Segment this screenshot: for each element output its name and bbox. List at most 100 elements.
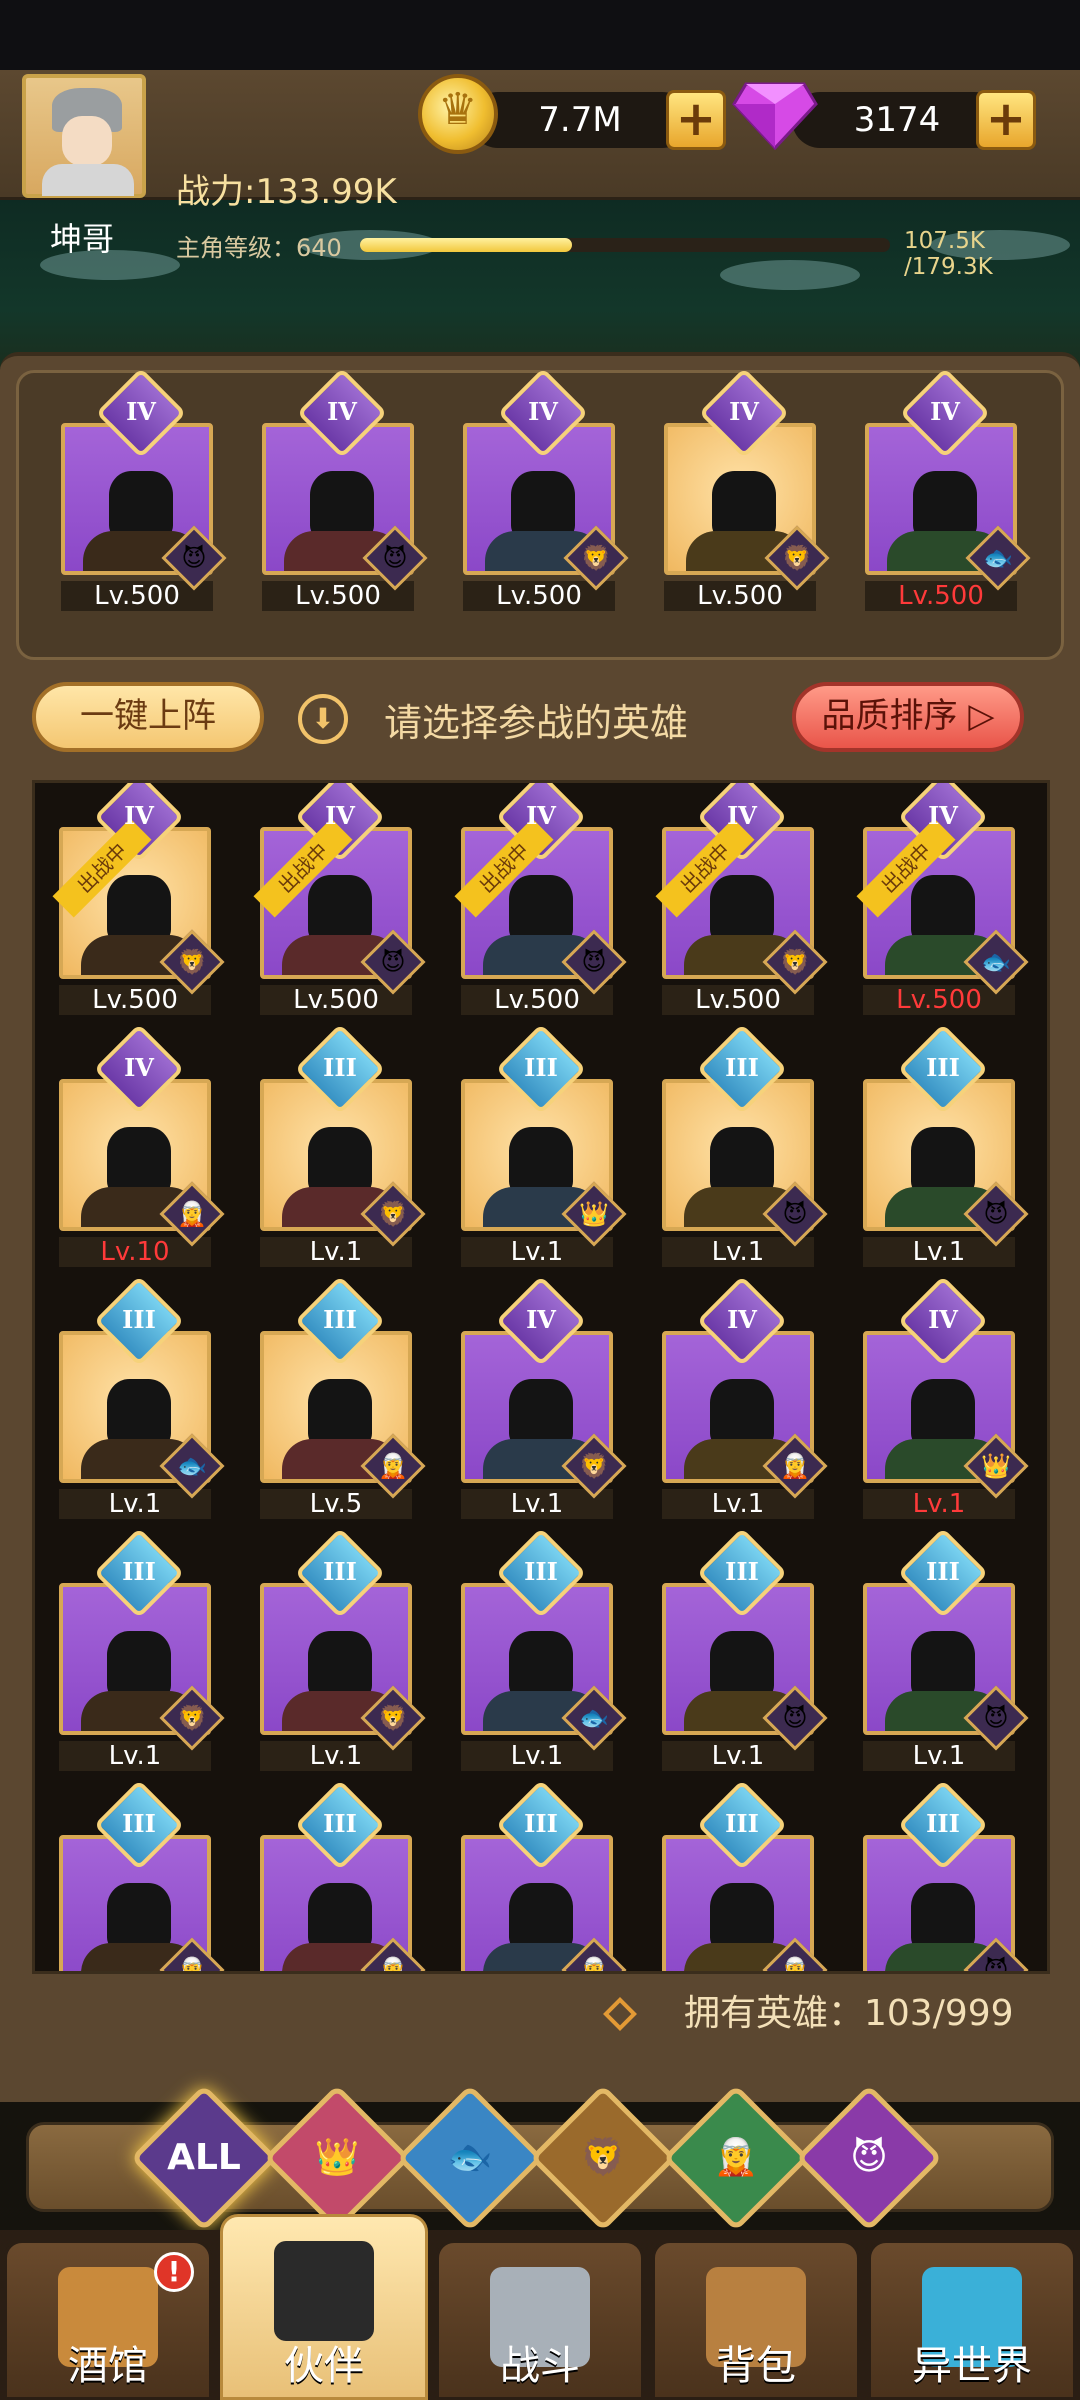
roster-hero-card[interactable]: IV 🦁 Lv.500 出战中 — [52, 783, 225, 1015]
quality-sort-button[interactable]: 品质排序 ▷ — [792, 682, 1024, 752]
nav-label: 伙伴 — [284, 2343, 364, 2389]
gem-icon — [732, 82, 818, 150]
nav-label: 异世界 — [912, 2343, 1032, 2389]
power-text: 战力:133.99K — [176, 172, 397, 212]
team-slot-card[interactable]: IV 🐟 Lv.500 — [859, 367, 1031, 611]
one-click-deploy-button[interactable]: 一键上阵 — [32, 682, 264, 752]
tier-label: IV — [930, 397, 960, 426]
nav-label: 酒馆 — [68, 2343, 148, 2389]
crown-faction-icon: 👑 — [314, 2137, 360, 2178]
gold-coin-icon — [418, 74, 498, 154]
tier-label: III — [524, 1809, 558, 1838]
team-slot-card[interactable]: IV 🦁 Lv.500 — [457, 367, 629, 611]
team-slot-card[interactable]: IV 😈 Lv.500 — [256, 367, 428, 611]
tier-label: IV — [729, 397, 759, 426]
tier-label: III — [122, 1809, 156, 1838]
nav-tab-battle[interactable]: 战斗 — [436, 2240, 644, 2400]
tier-label: IV — [124, 801, 154, 830]
roster-hero-card[interactable]: III 😈 Lv.1 — [857, 1023, 1029, 1267]
roster-hero-card[interactable]: III 😈 Lv.1 — [857, 1527, 1029, 1771]
roster-hero-card[interactable]: IV 👑 Lv.1 — [857, 1275, 1029, 1519]
notification-badge: ! — [154, 2252, 194, 2292]
roster-hero-card[interactable]: III 🧝 — [656, 1779, 828, 1971]
tier-label: III — [323, 1557, 357, 1586]
tier-label: IV — [526, 801, 556, 830]
tier-label: III — [323, 1809, 357, 1838]
owned-heroes-count: 拥有英雄：103/999 — [684, 1993, 1014, 2034]
tier-label: IV — [126, 397, 156, 426]
tier-label: III — [122, 1557, 156, 1586]
tier-label: IV — [526, 1305, 556, 1334]
tier-label: III — [725, 1557, 759, 1586]
roster-hero-card[interactable]: IV 🧝 Lv.10 — [53, 1023, 225, 1267]
team-lineup: IV 😈 Lv.500 IV 😈 Lv.500 IV 🦁 Lv.500 IV 🦁 Lv.500 IV 🐟 L… — [16, 367, 1064, 660]
tier-label: III — [926, 1557, 960, 1586]
tier-label: III — [323, 1053, 357, 1082]
filter-all-label: ALL — [167, 2137, 241, 2178]
team-slot-card[interactable]: IV 🦁 Lv.500 — [658, 367, 830, 611]
fish-faction-icon: 🐟 — [447, 2137, 493, 2178]
tier-label: IV — [928, 801, 958, 830]
roster-hero-card[interactable]: IV 🦁 Lv.1 — [455, 1275, 627, 1519]
tier-label: III — [926, 1809, 960, 1838]
roster-hero-card[interactable]: III 🐟 Lv.1 — [455, 1527, 627, 1771]
roster-hero-card[interactable]: III 🐟 Lv.1 — [53, 1275, 225, 1519]
add-gem-button[interactable]: + — [976, 90, 1036, 150]
nav-tab-backpack[interactable]: 背包 — [652, 2240, 860, 2400]
nav-label: 背包 — [716, 2343, 796, 2389]
nav-label: 战斗 — [500, 2343, 580, 2389]
tier-label: III — [323, 1305, 357, 1334]
roster-hero-card[interactable]: III 🦁 Lv.1 — [53, 1527, 225, 1771]
gold-display: 7.7M — [470, 92, 690, 148]
team-slot-card[interactable]: IV 😈 Lv.500 — [55, 367, 227, 611]
demon-faction-icon: 😈 — [850, 2137, 888, 2178]
nav-tab-otherworld[interactable]: 异世界 — [868, 2240, 1076, 2400]
tier-label: III — [524, 1557, 558, 1586]
roster-hero-card[interactable]: IV 🦁 Lv.500 出战中 — [655, 783, 828, 1015]
tier-label: III — [725, 1809, 759, 1838]
roster-hero-card[interactable]: III 🦁 Lv.1 — [254, 1023, 426, 1267]
tier-label: III — [122, 1305, 156, 1334]
roster-hero-card[interactable]: III 😈 Lv.1 — [656, 1527, 828, 1771]
gem-display: 3174 — [792, 92, 1002, 148]
status-bar — [0, 0, 1080, 70]
roster-hero-card[interactable]: III 👑 Lv.1 — [455, 1023, 627, 1267]
hero-roster-grid[interactable]: IV 🦁 Lv.500 出战中 IV 😈 Lv.500 出战中 IV 😈 Lv.500 出战中 IV 🦁 L… — [32, 780, 1050, 1974]
hero-panel: IV 😈 Lv.500 IV 😈 Lv.500 IV 🦁 Lv.500 IV 🦁 Lv.500 IV 🐟 L… — [0, 352, 1080, 2102]
partner-icon — [274, 2241, 374, 2341]
tier-label: IV — [124, 1053, 154, 1082]
tier-label: IV — [928, 1305, 958, 1334]
tier-label: IV — [727, 1305, 757, 1334]
tier-label: IV — [528, 397, 558, 426]
tier-label: III — [725, 1053, 759, 1082]
app-root: 战力:133.99K 主角等级：640 107.5K /179.3K 坤哥 7.… — [0, 0, 1080, 2400]
roster-hero-card[interactable]: III 😈 Lv.1 — [656, 1023, 828, 1267]
add-gold-button[interactable]: + — [666, 90, 726, 150]
roster-hero-card[interactable]: IV 😈 Lv.500 出战中 — [454, 783, 627, 1015]
tier-label: III — [524, 1053, 558, 1082]
tier-label: IV — [727, 801, 757, 830]
tier-label: IV — [327, 397, 357, 426]
down-arrow-icon: ⬇ — [298, 694, 348, 744]
roster-hero-card[interactable]: III 🧝 — [53, 1779, 225, 1971]
roster-hero-card[interactable]: III 🧝 — [455, 1779, 627, 1971]
roster-hero-card[interactable]: III 🧝 — [254, 1779, 426, 1971]
diamond-bullet-icon — [603, 1997, 637, 2031]
elf-faction-icon: 🧝 — [713, 2137, 759, 2178]
roster-hero-card[interactable]: IV 🧝 Lv.1 — [656, 1275, 828, 1519]
roster-hero-card[interactable]: III 😈 — [857, 1779, 1029, 1971]
player-level-text: 主角等级：640 — [176, 234, 342, 262]
xp-progress-bar — [360, 238, 890, 252]
tier-label: III — [926, 1053, 960, 1082]
nav-tab-partner[interactable]: 伙伴 — [220, 2214, 428, 2400]
lion-faction-icon: 🦁 — [580, 2137, 626, 2178]
xp-text: 107.5K /179.3K — [904, 228, 993, 280]
roster-hero-card[interactable]: IV 🐟 Lv.500 出战中 — [856, 783, 1029, 1015]
player-name: 坤哥 — [50, 220, 115, 258]
select-hero-hint: 请选择参战的英雄 — [384, 701, 689, 745]
avatar[interactable] — [22, 74, 146, 198]
roster-hero-card[interactable]: III 🦁 Lv.1 — [254, 1527, 426, 1771]
roster-hero-card[interactable]: IV 😈 Lv.500 出战中 — [253, 783, 426, 1015]
tier-label: IV — [325, 801, 355, 830]
roster-hero-card[interactable]: III 🧝 Lv.5 — [254, 1275, 426, 1519]
